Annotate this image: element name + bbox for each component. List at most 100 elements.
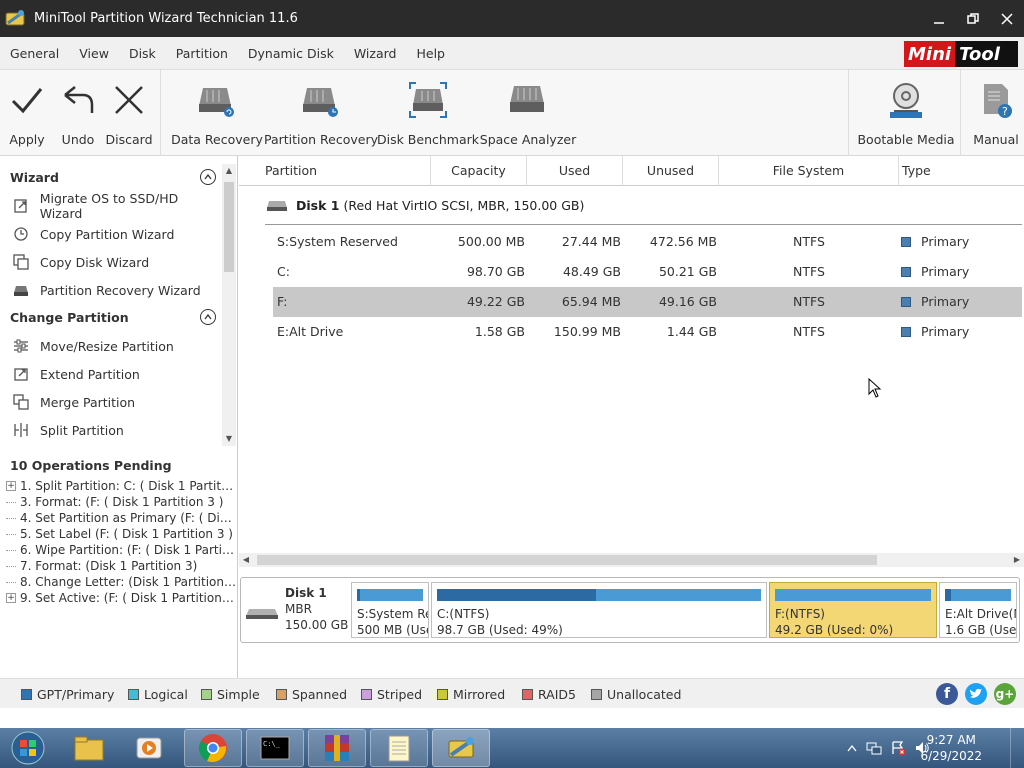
change-item-move-resize[interactable]: Move/Resize Partition xyxy=(0,332,222,360)
disk-map-partition-block[interactable]: E:Alt Drive(NTFS) 1.6 GB (Used: 9%) xyxy=(939,582,1017,638)
collapse-icon[interactable] xyxy=(200,169,216,185)
start-button[interactable] xyxy=(2,729,54,767)
show-hidden-icons[interactable] xyxy=(844,740,860,756)
sidebar-scrollbar[interactable]: ▲ ▼ xyxy=(222,164,236,446)
scroll-thumb[interactable] xyxy=(224,182,234,272)
legend-swatch xyxy=(201,689,212,700)
change-item-label: Merge Partition xyxy=(40,394,136,410)
taskbar-media-player[interactable] xyxy=(120,729,178,767)
bootable-media-button[interactable]: Bootable Media xyxy=(857,70,955,156)
taskbar-cmd[interactable]: C:\_ xyxy=(246,729,304,767)
data-recovery-button[interactable]: Data Recovery xyxy=(171,70,263,156)
maximize-button[interactable] xyxy=(956,0,990,37)
partition-row[interactable]: F: 49.22 GB 65.94 MB 49.16 GB NTFS Primary xyxy=(273,287,1022,317)
discard-button[interactable]: Discard xyxy=(106,70,153,156)
pending-operation-item[interactable]: 6. Wipe Partition: (F: ( Disk 1 Partitio… xyxy=(6,542,236,558)
space-analyzer-button[interactable]: Space Analyzer xyxy=(479,70,577,156)
scroll-down-arrow-icon[interactable]: ▼ xyxy=(222,432,236,446)
change-item-merge[interactable]: Merge Partition xyxy=(0,388,222,416)
partition-row[interactable]: C: 98.70 GB 48.49 GB 50.21 GB NTFS Primary xyxy=(273,257,1022,287)
legend-label: Mirrored xyxy=(453,687,506,702)
legend-swatch xyxy=(361,689,372,700)
table-horizontal-scrollbar[interactable]: ◀ ▶ xyxy=(239,553,1024,567)
minitool-logo[interactable]: Mini Tool xyxy=(904,41,1018,67)
taskbar-clock[interactable]: 9:27 AM 6/29/2022 xyxy=(920,732,982,764)
column-used[interactable]: Used xyxy=(527,156,623,186)
disk-map-info[interactable]: Disk 1 MBR 150.00 GB xyxy=(243,580,351,640)
undo-button[interactable]: Undo xyxy=(60,70,96,156)
cell-fs: NTFS xyxy=(793,264,825,279)
facebook-icon[interactable]: f xyxy=(936,683,958,705)
disk-map-partition-block[interactable]: F:(NTFS) 49.2 GB (Used: 0%) xyxy=(769,582,937,638)
app-icon xyxy=(5,9,25,25)
legend-label: Logical xyxy=(144,687,188,702)
pending-operation-item[interactable]: 4. Set Partition as Primary (F: ( Disk 1 xyxy=(6,510,236,526)
scroll-thumb[interactable] xyxy=(257,555,877,565)
scroll-right-arrow-icon[interactable]: ▶ xyxy=(1010,553,1024,567)
expand-icon[interactable]: + xyxy=(6,481,16,491)
collapse-icon[interactable] xyxy=(200,309,216,325)
wizard-section-header[interactable]: Wizard xyxy=(0,164,222,190)
taskbar-partition-wizard[interactable] xyxy=(432,729,490,767)
space-analyzer-label: Space Analyzer xyxy=(479,132,577,147)
menu-dynamic-disk[interactable]: Dynamic Disk xyxy=(238,37,344,70)
change-item-extend[interactable]: Extend Partition xyxy=(0,360,222,388)
pending-operation-item[interactable]: 8. Change Letter: (Disk 1 Partition 3) xyxy=(6,574,236,590)
expand-icon[interactable]: + xyxy=(6,593,16,603)
scroll-up-arrow-icon[interactable]: ▲ xyxy=(222,164,236,178)
scroll-left-arrow-icon[interactable]: ◀ xyxy=(239,553,253,567)
partition-recovery-button[interactable]: Partition Recovery xyxy=(264,70,378,156)
disk-map-partition-block[interactable]: S:System Reserved 500 MB (Used: 5%) xyxy=(351,582,429,638)
column-partition[interactable]: Partition xyxy=(265,156,431,186)
minimize-button[interactable] xyxy=(922,0,956,37)
change-item-split[interactable]: Split Partition xyxy=(0,416,222,444)
menu-disk[interactable]: Disk xyxy=(119,37,166,70)
menu-general[interactable]: General xyxy=(0,37,69,70)
column-file-system[interactable]: File System xyxy=(719,156,899,186)
show-desktop-button[interactable] xyxy=(1010,728,1024,768)
column-unused[interactable]: Unused xyxy=(623,156,719,186)
pending-operation-item[interactable]: +9. Set Active: (F: ( Disk 1 Partition 3… xyxy=(6,590,236,606)
network-icon[interactable] xyxy=(866,740,882,756)
pending-operation-text: 1. Split Partition: C: ( Disk 1 Partitio… xyxy=(20,479,236,493)
change-partition-section-header[interactable]: Change Partition xyxy=(0,304,222,330)
menu-view[interactable]: View xyxy=(69,37,119,70)
migrate-os-icon xyxy=(12,197,30,215)
google-plus-icon[interactable]: g+ xyxy=(994,683,1016,705)
primary-type-swatch xyxy=(901,267,911,277)
taskbar-winrar[interactable] xyxy=(308,729,366,767)
twitter-icon[interactable] xyxy=(965,683,987,705)
pending-operation-item[interactable]: 5. Set Label (F: ( Disk 1 Partition 3 ) xyxy=(6,526,236,542)
column-capacity[interactable]: Capacity xyxy=(431,156,527,186)
disk-map-partition-block[interactable]: C:(NTFS) 98.7 GB (Used: 49%) xyxy=(431,582,767,638)
apply-button[interactable]: Apply xyxy=(8,70,46,156)
pending-operation-text: 5. Set Label (F: ( Disk 1 Partition 3 ) xyxy=(20,527,233,541)
pending-operation-item[interactable]: 7. Format: (Disk 1 Partition 3) xyxy=(6,558,236,574)
wizard-item-partition-recovery[interactable]: Partition Recovery Wizard xyxy=(0,276,222,304)
disk-benchmark-button[interactable]: Disk Benchmark xyxy=(377,70,479,156)
wizard-item-migrate-os[interactable]: Migrate OS to SSD/HD Wizard xyxy=(0,191,222,221)
partition-block-detail: 500 MB (Used: 5%) xyxy=(357,623,428,637)
close-button[interactable] xyxy=(990,0,1024,37)
taskbar-chrome[interactable] xyxy=(184,729,242,767)
manual-button[interactable]: ? Manual xyxy=(970,70,1022,156)
menu-partition[interactable]: Partition xyxy=(166,37,238,70)
pending-operation-item[interactable]: 3. Format: (F: ( Disk 1 Partition 3 ) xyxy=(6,494,236,510)
column-type[interactable]: Type xyxy=(902,156,1022,186)
tree-connector xyxy=(6,581,16,583)
wizard-item-copy-partition[interactable]: Copy Partition Wizard xyxy=(0,220,222,248)
menu-wizard[interactable]: Wizard xyxy=(344,37,407,70)
partition-row[interactable]: E:Alt Drive 1.58 GB 150.99 MB 1.44 GB NTFS Pr… xyxy=(273,317,1022,347)
action-center-icon[interactable] xyxy=(890,740,906,756)
pending-operation-item[interactable]: +1. Split Partition: C: ( Disk 1 Partiti… xyxy=(6,478,236,494)
usage-bar xyxy=(357,589,423,601)
taskbar-explorer[interactable] xyxy=(60,729,118,767)
disk-row[interactable]: Disk 1 (Red Hat VirtIO SCSI, MBR, 150.00… xyxy=(266,198,584,213)
hard-disk-icon xyxy=(246,609,278,619)
partition-row[interactable]: S:System Reserved 500.00 MB 27.44 MB 472.56… xyxy=(273,227,1022,257)
menu-help[interactable]: Help xyxy=(406,37,455,70)
taskbar-notepad[interactable] xyxy=(370,729,428,767)
change-item-label: Extend Partition xyxy=(40,366,140,382)
wizard-item-copy-disk[interactable]: Copy Disk Wizard xyxy=(0,248,222,276)
cell-capacity: 49.22 GB xyxy=(466,294,525,309)
